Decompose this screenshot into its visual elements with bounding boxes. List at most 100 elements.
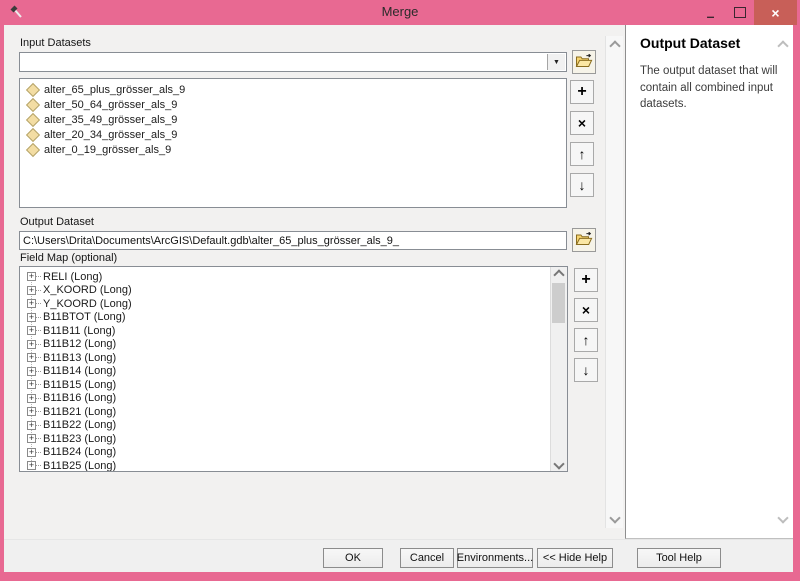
field-map-row[interactable]: +B11B21 (Long)	[20, 405, 550, 419]
tree-connector	[36, 276, 41, 277]
help-scroll-down[interactable]	[779, 513, 787, 525]
field-map-row[interactable]: + X_KOORD (Long)	[20, 284, 550, 298]
field-up-button[interactable]: ↑	[574, 328, 598, 352]
input-datasets-list[interactable]: alter_65_plus_grösser_als_9 alter_50_64_…	[19, 78, 567, 208]
field-map-row[interactable]: + B11B25 (Long)	[20, 459, 550, 472]
tree-connector	[36, 398, 41, 399]
tool-help-button[interactable]: Tool Help	[637, 548, 721, 568]
field-label: B11B11 (Long)	[43, 325, 115, 337]
maximize-button[interactable]	[725, 0, 754, 25]
input-dataset-row[interactable]: alter_20_34_grösser_als_9	[20, 127, 566, 142]
tree-expand-icon[interactable]: +	[27, 407, 36, 416]
chevron-up-icon	[609, 40, 620, 51]
input-browse-button[interactable]	[572, 50, 596, 74]
window-title: Merge	[0, 4, 800, 19]
tree-connector	[36, 465, 41, 466]
scroll-up-button[interactable]	[551, 267, 567, 282]
field-map-row[interactable]: +B11B24 (Long)	[20, 446, 550, 460]
field-map-row[interactable]: +B11B12 (Long)	[20, 338, 550, 352]
field-map-row[interactable]: + B11B11 (Long)	[20, 324, 550, 338]
tree-expand-icon[interactable]: +	[27, 394, 36, 403]
field-map-tree[interactable]: +RELI (Long) + X_KOORD (Long) +Y_KOORD (L…	[19, 266, 568, 472]
footer-bar: OK Cancel Environments... << Hide Help T…	[4, 539, 793, 572]
tree-expand-icon[interactable]: +	[27, 380, 36, 389]
field-label: X_KOORD (Long)	[43, 284, 132, 296]
polygon-dataset-icon	[26, 97, 40, 111]
tree-expand-icon[interactable]: +	[27, 272, 36, 281]
remove-field-button[interactable]: ×	[574, 298, 598, 322]
input-dataset-row[interactable]: alter_0_19_grösser_als_9	[20, 142, 566, 157]
field-map-row[interactable]: + B11B23 (Long)	[20, 432, 550, 446]
help-title: Output Dataset	[640, 35, 781, 51]
field-label: B11B25 (Long)	[43, 460, 116, 472]
chevron-up-icon	[553, 269, 564, 280]
tree-connector	[36, 330, 41, 331]
help-panel: Output Dataset The output dataset that w…	[625, 25, 793, 539]
tree-expand-icon[interactable]: +	[27, 299, 36, 308]
add-field-button[interactable]: +	[574, 268, 598, 292]
form-scrollbar[interactable]	[605, 36, 623, 528]
titlebar[interactable]: Merge – ×	[0, 0, 800, 25]
field-label: B11B14 (Long)	[43, 365, 116, 377]
tree-expand-icon[interactable]: +	[27, 367, 36, 376]
open-folder-icon	[575, 232, 593, 249]
field-map-row[interactable]: + B11BTOT (Long)	[20, 311, 550, 325]
tree-connector	[36, 317, 41, 318]
tree-expand-icon[interactable]: +	[27, 326, 36, 335]
field-map-row[interactable]: +B11B15 (Long)	[20, 378, 550, 392]
remove-dataset-button[interactable]: ×	[570, 111, 594, 135]
help-scroll-up[interactable]	[779, 41, 787, 53]
tree-connector	[36, 452, 41, 453]
scroll-down-button[interactable]	[551, 456, 567, 471]
tree-expand-icon[interactable]: +	[27, 421, 36, 430]
output-dataset-input[interactable]	[19, 231, 567, 250]
scrollbar-thumb[interactable]	[552, 283, 565, 323]
input-dataset-row[interactable]: alter_35_49_grösser_als_9	[20, 112, 566, 127]
ok-button[interactable]: OK	[323, 548, 383, 568]
minimize-button[interactable]: –	[696, 0, 725, 25]
tree-rows: +RELI (Long) + X_KOORD (Long) +Y_KOORD (L…	[20, 270, 550, 472]
field-map-row[interactable]: +RELI (Long)	[20, 270, 550, 284]
chevron-up-icon	[777, 40, 788, 51]
combobox-dropdown-button[interactable]: ▼	[547, 54, 565, 70]
tree-connector	[36, 425, 41, 426]
input-dataset-row[interactable]: alter_50_64_grösser_als_9	[20, 97, 566, 112]
input-dataset-label: alter_50_64_grösser_als_9	[44, 99, 177, 111]
field-label: B11B23 (Long)	[43, 433, 116, 445]
tree-expand-icon[interactable]: +	[27, 448, 36, 457]
cancel-button[interactable]: Cancel	[400, 548, 454, 568]
move-up-button[interactable]: ↑	[570, 142, 594, 166]
field-map-row[interactable]: + B11B13 (Long)	[20, 351, 550, 365]
tree-expand-icon[interactable]: +	[27, 340, 36, 349]
field-map-scrollbar[interactable]	[550, 267, 567, 471]
hide-help-button[interactable]: << Hide Help	[537, 548, 613, 568]
field-map-row[interactable]: +B11B16 (Long)	[20, 392, 550, 406]
input-datasets-combobox[interactable]: ▼	[19, 52, 567, 72]
chevron-down-icon	[553, 458, 564, 469]
add-dataset-button[interactable]: +	[570, 80, 594, 104]
dialog-body: Input Datasets ▼ alter_65_plus_grösser_a…	[4, 25, 793, 571]
tree-connector	[36, 290, 41, 291]
field-label: B11B13 (Long)	[43, 352, 116, 364]
environments-button[interactable]: Environments...	[457, 548, 533, 568]
tree-expand-icon[interactable]: +	[27, 461, 36, 470]
close-button[interactable]: ×	[754, 0, 797, 25]
field-map-row[interactable]: + B11B14 (Long)	[20, 365, 550, 379]
tree-expand-icon[interactable]: +	[27, 313, 36, 322]
polygon-dataset-icon	[26, 127, 40, 141]
field-label: B11BTOT (Long)	[43, 311, 126, 323]
output-browse-button[interactable]	[572, 228, 596, 252]
tree-expand-icon[interactable]: +	[27, 286, 36, 295]
polygon-dataset-icon	[26, 142, 40, 156]
field-map-row[interactable]: +Y_KOORD (Long)	[20, 297, 550, 311]
tree-connector	[36, 411, 41, 412]
tree-expand-icon[interactable]: +	[27, 353, 36, 362]
move-down-button[interactable]: ↓	[570, 173, 594, 197]
scroll-up-button[interactable]	[606, 38, 623, 54]
field-map-row[interactable]: +B11B22 (Long)	[20, 419, 550, 433]
scroll-down-button[interactable]	[606, 510, 623, 526]
input-dataset-row[interactable]: alter_65_plus_grösser_als_9	[20, 82, 566, 97]
field-down-button[interactable]: ↓	[574, 358, 598, 382]
tree-expand-icon[interactable]: +	[27, 434, 36, 443]
tree-connector	[36, 384, 41, 385]
